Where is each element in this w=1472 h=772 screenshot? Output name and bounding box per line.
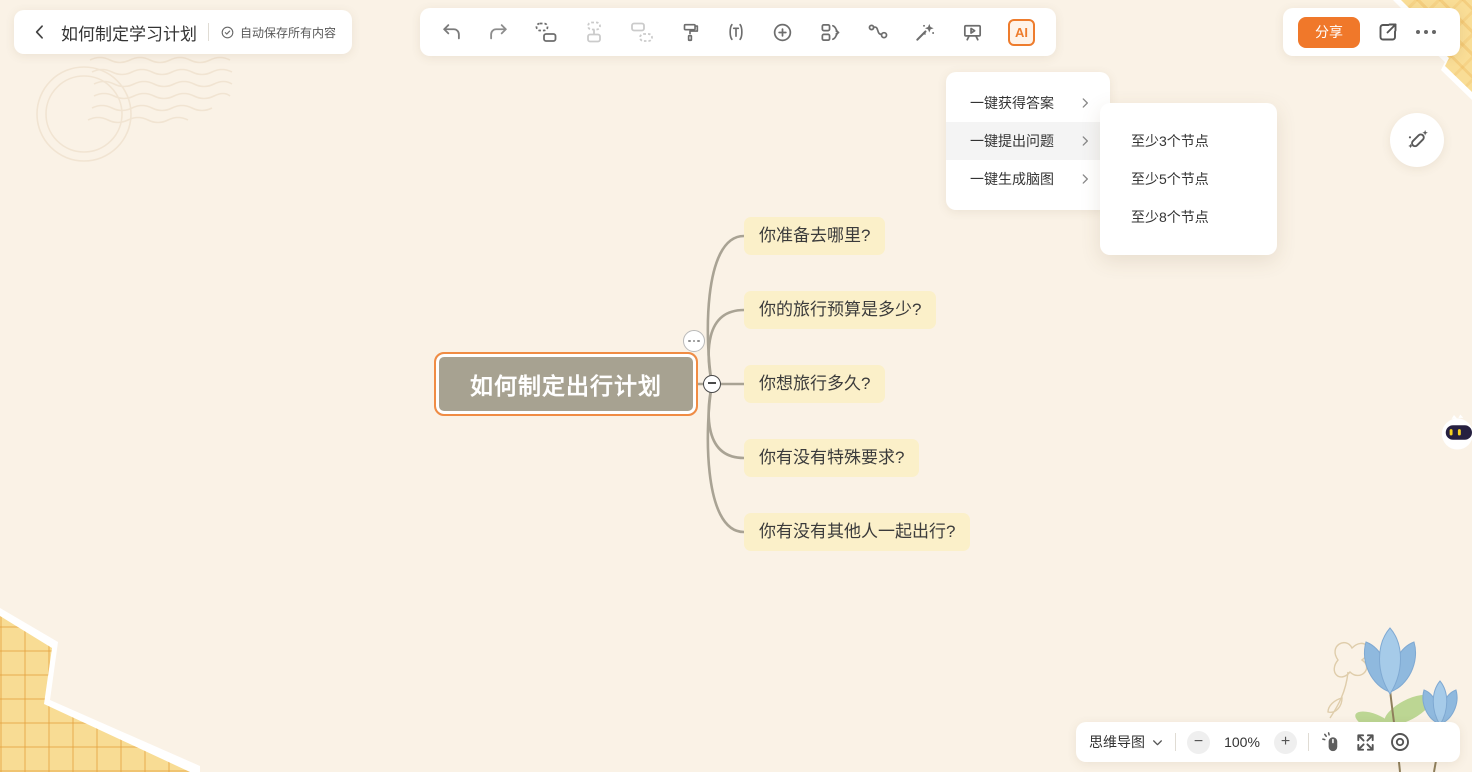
document-title: 如何制定学习计划: [61, 20, 197, 45]
relation-line-button[interactable]: [866, 21, 889, 44]
header-bar: 如何制定学习计划 自动保存所有内容: [14, 10, 352, 54]
main-toolbar: AI: [420, 8, 1056, 56]
summary-button[interactable]: [819, 21, 842, 44]
magic-wand-button[interactable]: [913, 21, 936, 44]
presentation-button[interactable]: [961, 21, 984, 44]
more-button[interactable]: [1416, 30, 1436, 34]
check-circle-icon: [220, 25, 235, 40]
magic-eraser-button[interactable]: [1390, 113, 1444, 167]
status-bar: 思维导图 − 100% +: [1076, 722, 1460, 762]
map-mode-label: 思维导图: [1089, 732, 1145, 752]
mindmap-root-node[interactable]: 如何制定出行计划: [434, 352, 698, 416]
mindmap-child-node[interactable]: 你有没有其他人一起出行?: [744, 513, 970, 551]
mouse-icon: [1320, 731, 1343, 754]
submenu-item-8-nodes[interactable]: 至少8个节点: [1100, 198, 1277, 236]
redo-icon: [487, 21, 509, 43]
mindmap-child-node[interactable]: 你想旅行多久?: [744, 365, 885, 403]
format-painter-button[interactable]: [679, 21, 701, 43]
relation-line-icon: [866, 21, 889, 44]
undo-icon: [441, 21, 463, 43]
chevron-right-icon: [1078, 134, 1092, 148]
ai-dropdown-menu: 一键获得答案 一键提出问题 一键生成脑图: [946, 72, 1110, 210]
export-icon: [1376, 20, 1400, 44]
divider: [1175, 733, 1176, 751]
collapse-branch-button[interactable]: [703, 375, 721, 393]
add-node-icon: [771, 21, 794, 44]
chevron-left-icon: [30, 22, 50, 42]
menu-item-label: 一键获得答案: [970, 93, 1054, 113]
summary-icon: [819, 21, 842, 44]
magic-eraser-icon: [1404, 127, 1430, 153]
mindmap-child-node[interactable]: 你有没有特殊要求?: [744, 439, 919, 477]
submenu-item-5-nodes[interactable]: 至少5个节点: [1100, 160, 1277, 198]
menu-item-ask-questions[interactable]: 一键提出问题: [946, 122, 1110, 160]
fullscreen-button[interactable]: [1354, 731, 1377, 754]
menu-item-generate-mindmap[interactable]: 一键生成脑图: [946, 160, 1110, 198]
magic-wand-icon: [913, 21, 936, 44]
share-button[interactable]: 分享: [1298, 17, 1360, 48]
undo-button[interactable]: [441, 21, 463, 43]
zoom-out-button[interactable]: −: [1187, 731, 1210, 754]
insert-parent-node-button[interactable]: [582, 20, 606, 44]
mindmap-child-node[interactable]: 你的旅行预算是多少?: [744, 291, 936, 329]
mindmap-child-node[interactable]: 你准备去哪里?: [744, 217, 885, 255]
menu-item-label: 一键提出问题: [970, 131, 1054, 151]
zoom-in-button[interactable]: +: [1274, 731, 1297, 754]
topright-bar: 分享: [1283, 8, 1460, 56]
export-button[interactable]: [1376, 20, 1400, 44]
ai-node-count-submenu: 至少3个节点 至少5个节点 至少8个节点: [1100, 103, 1277, 255]
presentation-icon: [961, 21, 984, 44]
autosave-status: 自动保存所有内容: [220, 24, 336, 41]
drag-mode-button[interactable]: [1320, 731, 1343, 754]
more-icon: [1416, 30, 1436, 34]
map-mode-select[interactable]: 思维导图: [1089, 732, 1164, 752]
text-icon: [725, 21, 747, 43]
menu-item-get-answers[interactable]: 一键获得答案: [946, 84, 1110, 122]
autosave-label: 自动保存所有内容: [240, 24, 336, 41]
preview-button[interactable]: [1388, 730, 1412, 754]
divider: [208, 23, 209, 41]
insert-child-node-icon: [630, 20, 654, 44]
insert-sibling-node-icon: [534, 20, 558, 44]
ai-button[interactable]: AI: [1008, 19, 1035, 46]
fullscreen-icon: [1354, 731, 1377, 754]
chevron-down-icon: [1151, 736, 1164, 749]
comment-bubble-icon[interactable]: [683, 330, 705, 352]
chevron-right-icon: [1078, 172, 1092, 186]
back-button[interactable]: [30, 22, 50, 42]
submenu-item-3-nodes[interactable]: 至少3个节点: [1100, 122, 1277, 160]
divider: [1308, 733, 1309, 751]
insert-parent-node-icon: [582, 20, 606, 44]
text-button[interactable]: [725, 21, 747, 43]
format-painter-icon: [679, 21, 701, 43]
eye-icon: [1388, 730, 1412, 754]
menu-item-label: 一键生成脑图: [970, 169, 1054, 189]
zoom-level: 100%: [1221, 734, 1263, 750]
chevron-right-icon: [1078, 96, 1092, 110]
insert-sibling-node-button[interactable]: [534, 20, 558, 44]
insert-child-node-button[interactable]: [630, 20, 654, 44]
add-node-button[interactable]: [771, 21, 794, 44]
redo-button[interactable]: [487, 21, 509, 43]
